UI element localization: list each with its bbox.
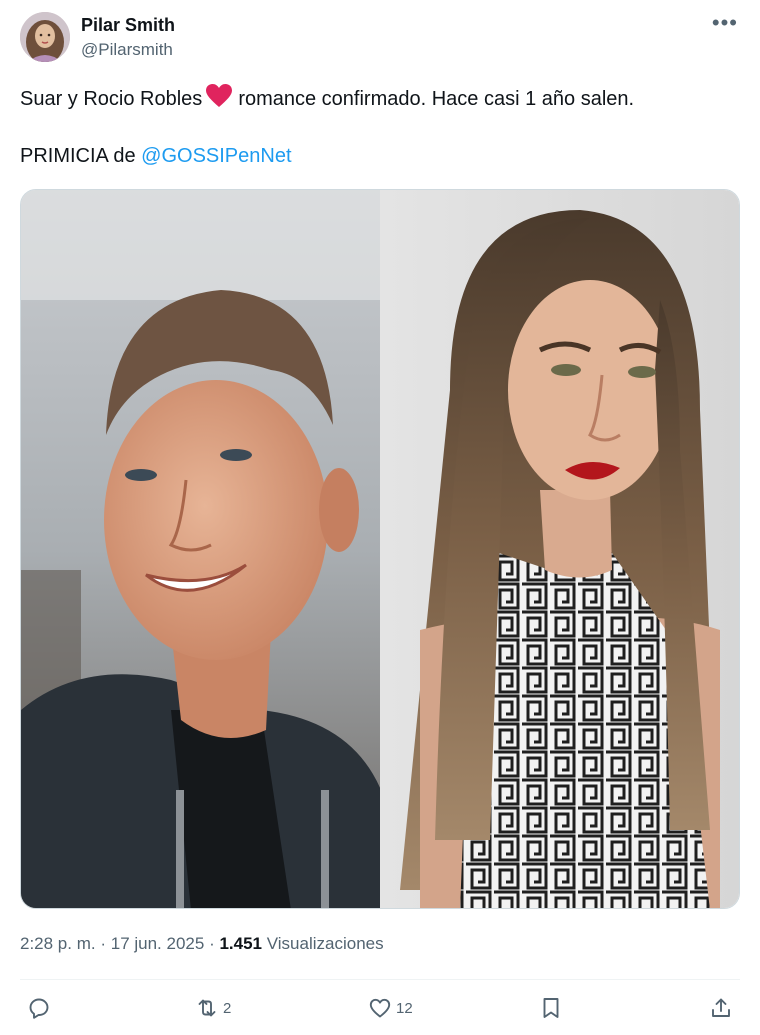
post-time[interactable]: 2:28 p. m. xyxy=(20,934,96,953)
post-text-line-1: Suar y Rocio Robles romance confirmado. H… xyxy=(20,84,634,114)
like-count: 12 xyxy=(396,999,413,1017)
author-handle[interactable]: @Pilarsmith xyxy=(81,40,173,60)
bookmark-button[interactable] xyxy=(539,992,563,1024)
meta-separator: · xyxy=(209,934,220,953)
share-button[interactable] xyxy=(709,992,733,1024)
actions-divider xyxy=(20,979,740,980)
meta-separator: · xyxy=(100,934,111,953)
post-media[interactable] xyxy=(20,189,740,909)
repost-count: 2 xyxy=(223,999,232,1017)
action-bar: 2 12 xyxy=(20,992,740,1024)
post-header: Pilar Smith @Pilarsmith ••• xyxy=(20,12,740,64)
author-name[interactable]: Pilar Smith xyxy=(81,15,175,36)
red-heart-emoji xyxy=(206,84,233,114)
like-button[interactable]: 12 xyxy=(368,992,413,1024)
like-icon xyxy=(369,998,391,1018)
author-avatar[interactable] xyxy=(20,12,70,62)
post-text-line-2: PRIMICIA de @GOSSIPenNet xyxy=(20,145,292,168)
post-text-after-emoji: romance confirmado. Hace casi 1 año sale… xyxy=(238,88,635,110)
post-text-before-emoji: Suar y Rocio Robles xyxy=(20,88,203,110)
repost-icon xyxy=(198,999,216,1017)
repost-button[interactable]: 2 xyxy=(195,992,231,1024)
post-date[interactable]: 17 jun. 2025 xyxy=(111,934,205,953)
photo-left-man[interactable] xyxy=(21,190,380,908)
mention-link[interactable]: @GOSSIPenNet xyxy=(141,145,291,167)
post-text-prefix: PRIMICIA de xyxy=(20,145,142,167)
share-icon xyxy=(712,998,730,1017)
reply-button[interactable] xyxy=(27,992,51,1024)
bookmark-icon xyxy=(543,998,559,1018)
more-horizontal-icon[interactable]: ••• xyxy=(712,12,738,34)
reply-icon xyxy=(29,998,49,1019)
post-meta: 2:28 p. m. · 17 jun. 2025 · 1.451 Visual… xyxy=(20,934,384,954)
photo-right-woman[interactable] xyxy=(380,190,739,908)
views-label: Visualizaciones xyxy=(266,934,384,953)
views-count: 1.451 xyxy=(219,934,262,953)
